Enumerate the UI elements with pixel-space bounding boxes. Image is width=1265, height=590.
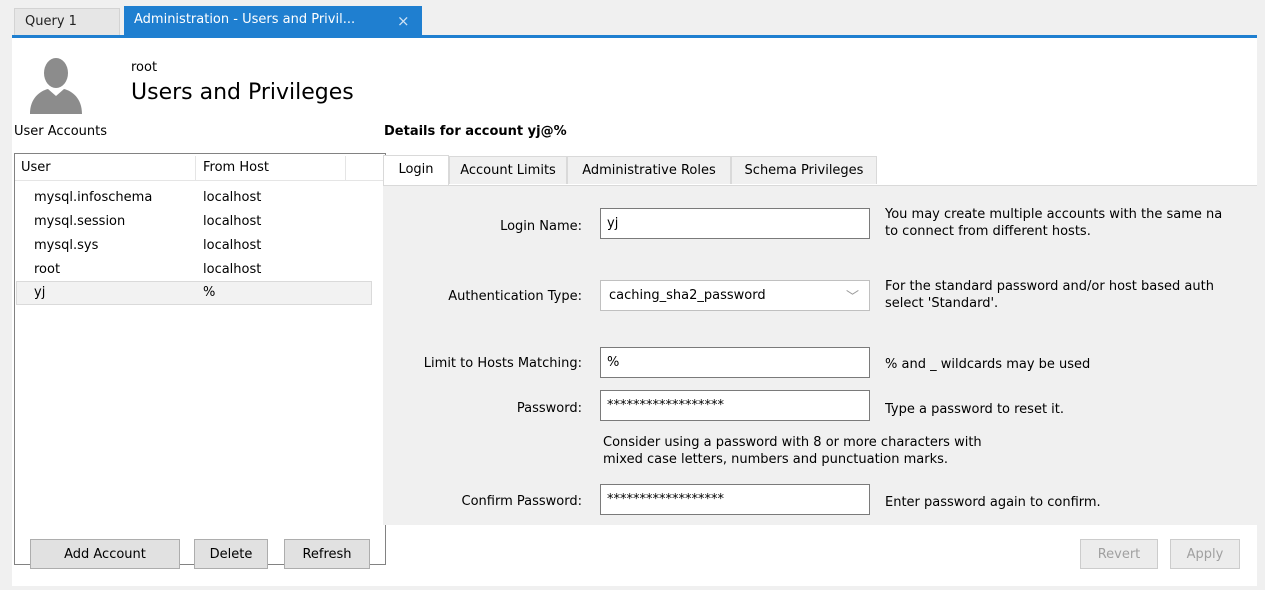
user-host: localhost [203,190,261,205]
tab-administrative-roles[interactable]: Administrative Roles [567,156,731,184]
password-input[interactable] [600,390,870,421]
user-accounts-label: User Accounts [14,124,107,139]
authentication-type-value: caching_sha2_password [609,288,766,303]
column-divider [195,156,196,180]
user-host: localhost [203,214,261,229]
login-name-input[interactable] [600,208,870,239]
limit-hosts-input[interactable] [600,347,870,378]
list-item-selected[interactable]: yj % [16,281,372,305]
column-divider [345,156,346,180]
users-privileges-panel: root Users and Privileges User Accounts … [12,38,1257,586]
password-hint-line-2: mixed case letters, numbers and punctuat… [603,451,982,468]
user-accounts-list[interactable]: User From Host mysql.infoschema localhos… [14,153,386,565]
user-name: yj [34,285,45,300]
password-hint: Consider using a password with 8 or more… [603,434,982,468]
page-title: Users and Privileges [131,80,354,105]
user-name: mysql.session [34,214,125,229]
tab-schema-privileges-label: Schema Privileges [732,163,876,178]
authentication-type-help-line-1: For the standard password and/or host ba… [885,278,1257,295]
tab-login[interactable]: Login [383,155,449,186]
tab-schema-privileges[interactable]: Schema Privileges [731,156,877,184]
column-header-user[interactable]: User [21,160,51,175]
authentication-type-help: For the standard password and/or host ba… [885,278,1257,312]
user-host: localhost [203,262,261,277]
user-host: localhost [203,238,261,253]
authentication-type-help-line-2: select 'Standard'. [885,295,1257,312]
login-tab-pane: Login Name: You may create multiple acco… [383,185,1257,525]
chevron-down-icon: ﹀ [846,286,859,305]
tab-query-1[interactable]: Query 1 [14,8,120,35]
list-item[interactable]: mysql.sys localhost [16,234,372,258]
password-help: Type a password to reset it. [885,401,1064,418]
password-hint-line-1: Consider using a password with 8 or more… [603,434,982,451]
column-header-from-host[interactable]: From Host [203,160,269,175]
user-name: mysql.infoschema [34,190,152,205]
login-name-label: Login Name: [383,219,582,234]
authentication-type-label: Authentication Type: [383,289,582,304]
limit-hosts-label: Limit to Hosts Matching: [383,356,582,371]
user-avatar-icon [26,54,86,114]
list-item[interactable]: mysql.session localhost [16,210,372,234]
add-account-button[interactable]: Add Account [30,539,180,569]
user-name: root [34,262,60,277]
list-item[interactable]: root localhost [16,258,372,282]
tab-administrative-roles-label: Administrative Roles [568,163,730,178]
user-name: mysql.sys [34,238,98,253]
revert-button[interactable]: Revert [1080,539,1158,569]
tab-account-limits-label: Account Limits [450,163,566,178]
current-user: root [131,60,157,75]
tab-account-limits[interactable]: Account Limits [449,156,567,184]
list-header: User From Host [15,154,385,181]
tab-query-1-label: Query 1 [25,14,77,29]
login-name-help: You may create multiple accounts with th… [885,206,1257,240]
close-icon[interactable]: × [397,12,410,30]
confirm-password-help: Enter password again to confirm. [885,494,1101,511]
list-item[interactable]: mysql.infoschema localhost [16,186,372,210]
tab-login-label: Login [384,162,448,177]
refresh-button[interactable]: Refresh [284,539,370,569]
tab-administration-users[interactable]: Administration - Users and Privil... × [124,6,422,36]
limit-hosts-help: % and _ wildcards may be used [885,356,1090,373]
tab-administration-label: Administration - Users and Privil... [134,12,355,27]
authentication-type-select[interactable]: caching_sha2_password ﹀ [600,280,870,311]
details-title: Details for account yj@% [384,124,567,139]
login-name-help-line-1: You may create multiple accounts with th… [885,206,1257,223]
apply-button[interactable]: Apply [1170,539,1240,569]
delete-button[interactable]: Delete [194,539,268,569]
confirm-password-input[interactable] [600,484,870,515]
user-host: % [203,285,215,300]
confirm-password-label: Confirm Password: [383,494,582,509]
login-name-help-line-2: to connect from different hosts. [885,223,1257,240]
document-tab-strip: Query 1 Administration - Users and Privi… [0,0,1265,38]
password-label: Password: [383,401,582,416]
